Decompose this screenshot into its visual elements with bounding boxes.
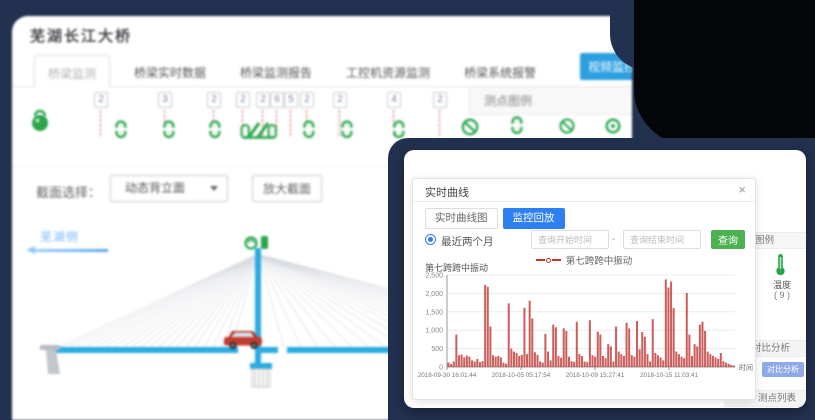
sensor-count-badge: 6 bbox=[270, 92, 284, 108]
bridge-deck-center bbox=[255, 347, 278, 353]
legend-line-icon bbox=[552, 259, 561, 261]
section-select-label: 截面选择： bbox=[36, 182, 101, 201]
sensor-link-icon[interactable] bbox=[302, 120, 316, 144]
svg-text:时间: 时间 bbox=[739, 363, 753, 372]
main-tab-2[interactable]: 桥梁监测报告 bbox=[236, 55, 316, 87]
tower-base-cap bbox=[250, 363, 272, 369]
sensor-count-badge: 2 bbox=[94, 92, 108, 108]
temperature-count: ( 9 ) bbox=[760, 290, 804, 300]
recent-two-months-radio[interactable] bbox=[425, 234, 436, 245]
gps-sensor-icon bbox=[246, 238, 257, 249]
thermometer-icon[interactable] bbox=[775, 253, 786, 281]
query-start-time-input[interactable] bbox=[531, 230, 609, 249]
sensor-count-badge: 2 bbox=[256, 92, 270, 108]
left-pier bbox=[46, 350, 60, 374]
anemometer-icon bbox=[261, 236, 268, 249]
dialog-tab-1[interactable]: 监控回放 bbox=[503, 208, 565, 229]
legend-line-icon bbox=[536, 259, 545, 261]
sensor-dash-line bbox=[100, 110, 101, 136]
section-select[interactable]: 动态背立面 bbox=[110, 175, 228, 202]
realtime-curve-dialog: 实时曲线 × 实时曲线图监控回放 最近两个月 - 查询 第七跨跨中振动 第七跨跨… bbox=[412, 178, 756, 400]
monitor-detail-window: 测点图例 温度 ( 9 ) 对比分析 对比分析 测点列表 实时曲线 × 实时曲线… bbox=[404, 150, 806, 408]
svg-text:2018-10-09 15:27:41: 2018-10-09 15:27:41 bbox=[566, 372, 625, 379]
left-pier-cap bbox=[40, 345, 60, 350]
legend-link-icon bbox=[510, 116, 524, 140]
sensor-link-icon[interactable] bbox=[162, 120, 176, 144]
bridge-deck-left bbox=[56, 347, 238, 353]
svg-text:2018-09-30 16:01:44: 2018-09-30 16:01:44 bbox=[418, 372, 477, 379]
main-tab-4[interactable]: 桥梁系统报警 bbox=[460, 55, 540, 87]
dialog-tabbar: 实时曲线图监控回放 bbox=[425, 208, 570, 229]
legend-no-entry-icon bbox=[558, 117, 576, 140]
search-button[interactable]: 查询 bbox=[711, 230, 745, 249]
radio-label: 最近两个月 bbox=[441, 234, 494, 249]
sensor-link-icon[interactable] bbox=[114, 120, 128, 144]
svg-text:0: 0 bbox=[439, 365, 443, 372]
sensor-count-badge: 5 bbox=[284, 92, 298, 108]
legend-marker-icon bbox=[546, 258, 551, 263]
page-title: 芜湖长江大桥 bbox=[30, 25, 132, 46]
main-tab-3[interactable]: 工控机资源监测 bbox=[342, 55, 434, 87]
sensor-count-badge: 2 bbox=[333, 92, 347, 108]
chevron-down-icon bbox=[210, 186, 218, 191]
sensor-count-badge: 2 bbox=[300, 92, 314, 108]
main-tab-0[interactable]: 桥梁监测 bbox=[34, 55, 110, 87]
date-range-separator: - bbox=[612, 234, 615, 245]
close-icon[interactable]: × bbox=[738, 182, 746, 198]
main-tabbar: 桥梁监测桥梁实时数据桥梁监测报告工控机资源监测桥梁系统报警 bbox=[34, 55, 566, 87]
sensor-dash-line bbox=[439, 110, 440, 136]
sensor-truss-icon[interactable] bbox=[240, 120, 278, 146]
sensor-dash-line bbox=[290, 110, 291, 136]
black-corner-region bbox=[634, 0, 815, 150]
weight-sensor-icon[interactable] bbox=[28, 106, 52, 139]
main-tab-1[interactable]: 桥梁实时数据 bbox=[130, 55, 210, 87]
svg-text:1,000: 1,000 bbox=[425, 328, 443, 335]
vibration-chart: 2,500 2,000 1,500 1,000 500 02018-09-30 16:01… bbox=[417, 271, 755, 397]
svg-text:500: 500 bbox=[431, 346, 443, 353]
dialog-title: 实时曲线 bbox=[425, 184, 469, 200]
section-select-value: 动态背立面 bbox=[125, 176, 185, 201]
zoom-section-button[interactable]: 放大截面 bbox=[252, 175, 322, 202]
compare-analysis-button[interactable]: 对比分析 bbox=[762, 362, 804, 377]
tower-foundation bbox=[252, 369, 270, 387]
svg-text:2018-10-05 05:17:54: 2018-10-05 05:17:54 bbox=[492, 372, 551, 379]
svg-text:1,500: 1,500 bbox=[425, 309, 443, 316]
svg-text:2,000: 2,000 bbox=[425, 291, 443, 298]
sensor-count-badge: 4 bbox=[387, 92, 401, 108]
sensor-link-icon[interactable] bbox=[208, 120, 222, 144]
sensor-count-badge: 3 bbox=[158, 92, 172, 108]
radio-dot bbox=[428, 237, 433, 242]
sensor-count-badge: 2 bbox=[207, 92, 221, 108]
sensor-link-icon[interactable] bbox=[340, 120, 354, 144]
query-end-time-input[interactable] bbox=[623, 230, 701, 249]
svg-text:2018-10-15 11:03:41: 2018-10-15 11:03:41 bbox=[640, 372, 699, 379]
legend-ring-icon bbox=[604, 117, 622, 140]
svg-text:2,500: 2,500 bbox=[425, 273, 443, 280]
legend-series-label: 第七跨跨中振动 bbox=[566, 253, 633, 267]
sensor-count-badge: 2 bbox=[433, 92, 447, 108]
dialog-tab-0[interactable]: 实时曲线图 bbox=[425, 208, 498, 229]
legend-panel-header: 测点图例 bbox=[469, 87, 632, 115]
sensor-count-badge: 2 bbox=[236, 92, 250, 108]
